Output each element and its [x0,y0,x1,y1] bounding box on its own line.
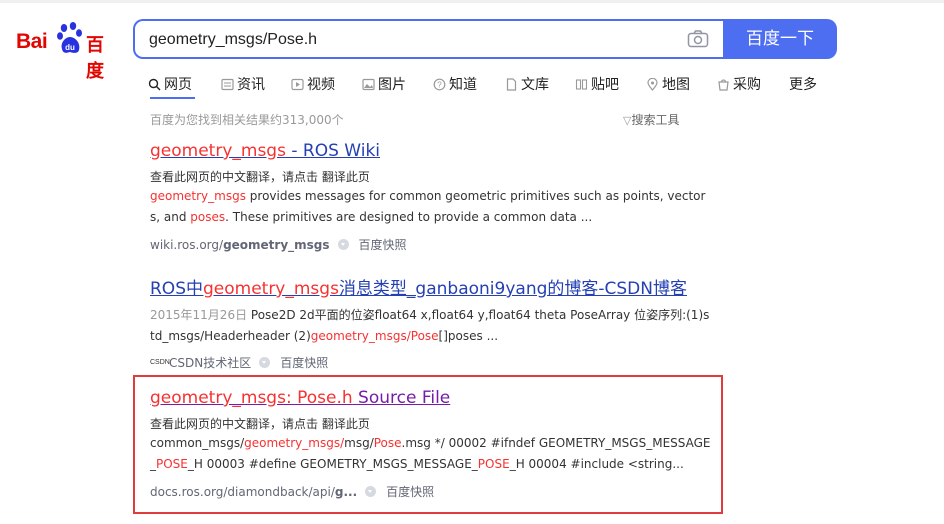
active-tab-indicator [150,97,195,99]
abstract-text: []poses ... [438,329,499,343]
search-tools-button[interactable]: ▽搜索工具 [623,111,679,128]
logo-text-bai: Bai [16,30,48,53]
source-path: g... [334,484,358,499]
csdn-icon: CSDN [150,358,170,366]
logo-text-baidu: 百度 [86,35,104,82]
title-text: - ROS Wiki [285,141,381,161]
tab-shopping[interactable]: 采购 [717,71,761,97]
top-border [0,0,944,3]
video-icon [291,78,304,90]
dropdown-icon[interactable] [259,357,271,368]
svg-text:du: du [65,43,75,52]
shop-icon [718,78,729,91]
result-abstract: 2015年11月26日 Pose2D 2d平面的位姿float64 x,floa… [150,305,712,347]
map-icon [647,77,658,91]
baidu-logo[interactable]: Bai du 百度 [16,22,120,82]
tab-label: 视频 [307,77,335,93]
result-title-link[interactable]: geometry_msgs: Pose.h Source File [150,388,712,408]
search-button[interactable]: 百度一下 [723,19,837,59]
source-url[interactable]: docs.ros.org/diamondback/api/g... [150,485,357,499]
abstract-text: msg/ [344,436,374,450]
abstract-text: common_msgs/ [150,436,245,450]
paw-icon: du [57,22,82,53]
tab-label: 贴吧 [591,77,619,93]
title-highlight: geometry_msgs: Pose.h [150,388,353,408]
result-count: 百度为您找到相关结果约313,000个 [150,113,344,127]
snapshot-link[interactable]: 百度快照 [359,236,407,253]
abstract-text: _H 00003 #define GEOMETRY_MSGS_MESSAGE_ [187,457,478,471]
source-path: geometry_msgs [223,237,330,252]
search-input[interactable] [149,29,669,51]
source-url[interactable]: wiki.ros.org/geometry_msgs [150,238,330,252]
result-title-link[interactable]: geometry_msgs - ROS Wiki [150,141,712,161]
source-name[interactable]: CSDN技术社区 [169,354,251,371]
result-abstract: common_msgs/geometry_msgs/msg/Pose.msg *… [150,433,712,475]
doc-icon [506,77,517,91]
result-source: docs.ros.org/diamondback/api/g... 百度快照 [150,483,712,500]
question-icon: ? [433,78,446,90]
result-abstract: geometry_msgs provides messages for comm… [150,186,712,228]
tab-web[interactable]: 网页 [148,71,192,97]
tab-video[interactable]: 视频 [291,71,335,97]
tab-label: 采购 [733,77,761,93]
search-tools-label: 搜索工具 [631,113,680,127]
tab-tieba[interactable]: 贴吧 [575,71,619,97]
svg-text:?: ? [437,80,442,89]
tab-label: 知道 [449,77,477,93]
tab-label: 资讯 [237,77,265,93]
dropdown-icon[interactable] [337,239,349,250]
tab-images[interactable]: 图片 [362,71,406,97]
snapshot-link[interactable]: 百度快照 [386,483,434,500]
tab-label: 文库 [521,77,549,93]
abstract-text: . These primitives are designed to provi… [225,210,593,224]
search-result: ROS中geometry_msgs消息类型_ganbaoni9yang的博客-C… [150,274,712,371]
tab-label: 更多 [789,77,817,93]
abstract-text: _H 00004 #include <string... [509,457,684,471]
source-domain: wiki.ros.org/ [150,237,224,252]
abstract-highlight: geometry_msgs/Pose [310,329,439,343]
tab-label: 网页 [164,77,192,93]
tab-more[interactable]: 更多 [789,71,817,97]
abstract-highlight: poses [190,210,226,224]
abstract-highlight: POSE [156,457,188,471]
translate-link[interactable]: 查看此网页的中文翻译，请点击 翻译此页 [150,168,712,185]
tab-label: 地图 [662,77,690,93]
search-box[interactable] [133,19,723,59]
snapshot-link[interactable]: 百度快照 [280,354,328,371]
title-highlight: geometry_msgs [202,279,339,299]
abstract-highlight: POSE [477,457,510,471]
title-text: 消息类型_ganbaoni9yang的博客-CSDN博客 [338,279,687,299]
result-source: wiki.ros.org/geometry_msgs 百度快照 [150,236,712,253]
translate-link[interactable]: 查看此网页的中文翻译，请点击 翻译此页 [150,415,712,432]
title-text: ROS中 [150,279,203,299]
tab-zhidao[interactable]: ? 知道 [433,71,477,97]
image-icon [362,78,375,90]
search-result: geometry_msgs - ROS Wiki 查看此网页的中文翻译，请点击 … [150,141,712,253]
camera-icon[interactable] [687,30,709,48]
tab-wenku[interactable]: 文库 [505,71,549,97]
title-text: Source File [352,388,451,408]
dropdown-icon[interactable] [365,486,377,497]
abstract-highlight: geometry_msgs/ [244,436,345,450]
tab-label: 图片 [378,77,406,93]
search-result: geometry_msgs: Pose.h Source File 查看此网页的… [150,388,712,500]
news-icon [221,78,234,90]
tieba-icon [575,78,588,90]
tab-news[interactable]: 资讯 [221,71,265,97]
tab-map[interactable]: 地图 [646,71,690,97]
abstract-highlight: Pose [373,436,402,450]
search-icon [148,78,161,90]
result-source: CSDN CSDN技术社区 百度快照 [150,354,712,371]
source-domain: docs.ros.org/diamondback/api/ [150,484,335,499]
result-date: 2015年11月26日 [150,308,248,322]
abstract-highlight: geometry_msgs [150,189,246,203]
result-title-link[interactable]: ROS中geometry_msgs消息类型_ganbaoni9yang的博客-C… [150,274,712,299]
title-highlight: geometry_msgs [150,141,286,161]
